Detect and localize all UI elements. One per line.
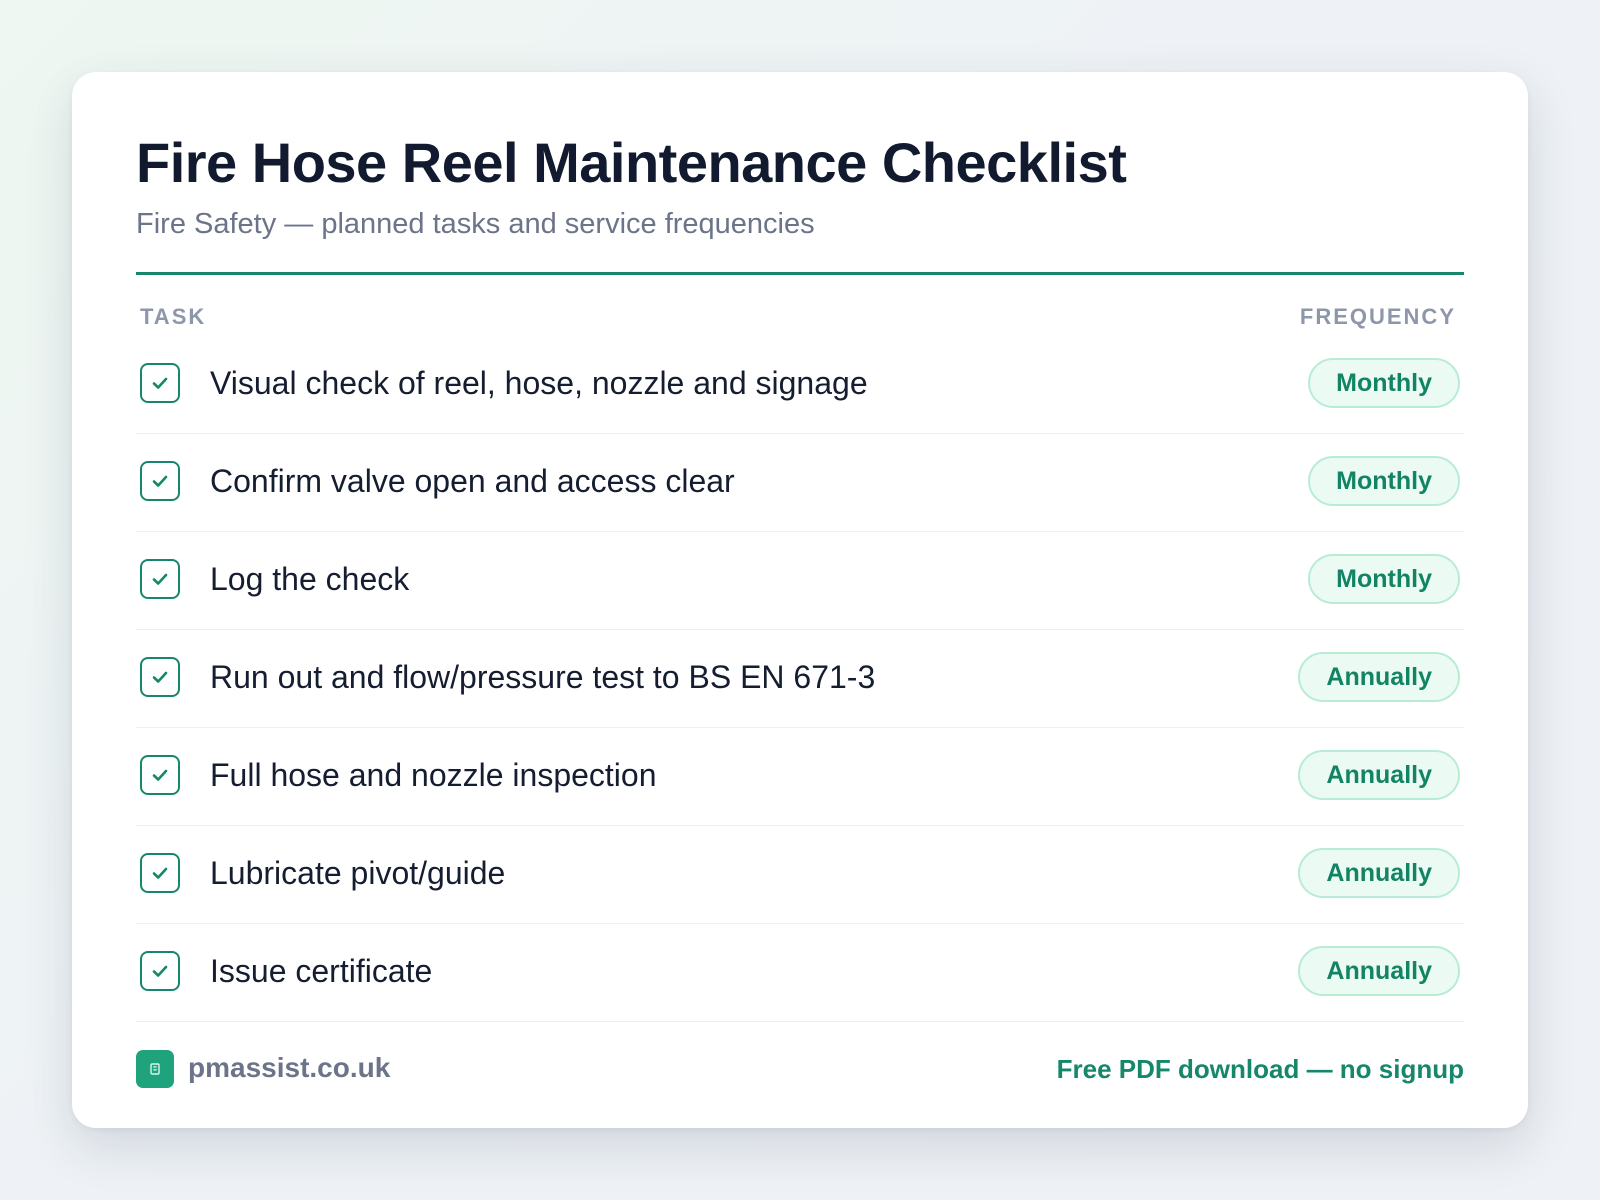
column-header-task: TASK <box>140 304 207 329</box>
checkmark-icon <box>152 671 168 683</box>
task-checkbox[interactable] <box>140 755 180 795</box>
pdf-download-link[interactable]: Free PDF download — no signup <box>1057 1054 1464 1085</box>
task-row: Run out and flow/pressure test to BS EN … <box>136 630 1464 728</box>
task-checkbox[interactable] <box>140 951 180 991</box>
frequency-badge: Monthly <box>1308 456 1460 506</box>
task-checkbox[interactable] <box>140 559 180 599</box>
task-row: Visual check of reel, hose, nozzle and s… <box>136 336 1464 434</box>
frequency-badge: Annually <box>1298 848 1460 898</box>
page-subtitle: Fire Safety — planned tasks and service … <box>136 208 815 240</box>
task-row: Log the check Monthly <box>136 532 1464 630</box>
checkmark-icon <box>152 965 168 977</box>
site-link[interactable]: pmassist.co.uk <box>188 1052 390 1084</box>
task-label: Visual check of reel, hose, nozzle and s… <box>210 365 868 401</box>
task-row: Issue certificate Annually <box>136 924 1464 1022</box>
task-label: Confirm valve open and access clear <box>210 463 735 499</box>
checkmark-icon <box>152 573 168 585</box>
task-checkbox[interactable] <box>140 853 180 893</box>
task-row: Confirm valve open and access clear Mont… <box>136 434 1464 532</box>
checklist-card: Fire Hose Reel Maintenance Checklist Fir… <box>72 72 1528 1128</box>
checkmark-icon <box>152 475 168 487</box>
task-label: Full hose and nozzle inspection <box>210 757 657 793</box>
task-checkbox[interactable] <box>140 461 180 501</box>
frequency-badge: Monthly <box>1308 358 1460 408</box>
checkmark-icon <box>152 867 168 879</box>
frequency-badge: Annually <box>1298 652 1460 702</box>
task-label: Issue certificate <box>210 953 433 989</box>
frequency-badge: Annually <box>1298 750 1460 800</box>
frequency-badge: Monthly <box>1308 554 1460 604</box>
task-row: Full hose and nozzle inspection Annually <box>136 728 1464 826</box>
task-label: Run out and flow/pressure test to BS EN … <box>210 659 876 695</box>
task-label: Log the check <box>210 561 410 597</box>
checkmark-icon <box>152 769 168 781</box>
task-checkbox[interactable] <box>140 363 180 403</box>
site-logo <box>136 1050 174 1088</box>
page-title: Fire Hose Reel Maintenance Checklist <box>136 131 1127 194</box>
task-checkbox[interactable] <box>140 657 180 697</box>
task-row: Lubricate pivot/guide Annually <box>136 826 1464 924</box>
task-list: Visual check of reel, hose, nozzle and s… <box>136 336 1464 1022</box>
task-label: Lubricate pivot/guide <box>210 855 506 891</box>
building-icon <box>150 1063 160 1075</box>
header-divider <box>136 272 1464 275</box>
column-header-frequency: FREQUENCY <box>1299 304 1456 329</box>
frequency-badge: Annually <box>1298 946 1460 996</box>
checkmark-icon <box>152 377 168 389</box>
